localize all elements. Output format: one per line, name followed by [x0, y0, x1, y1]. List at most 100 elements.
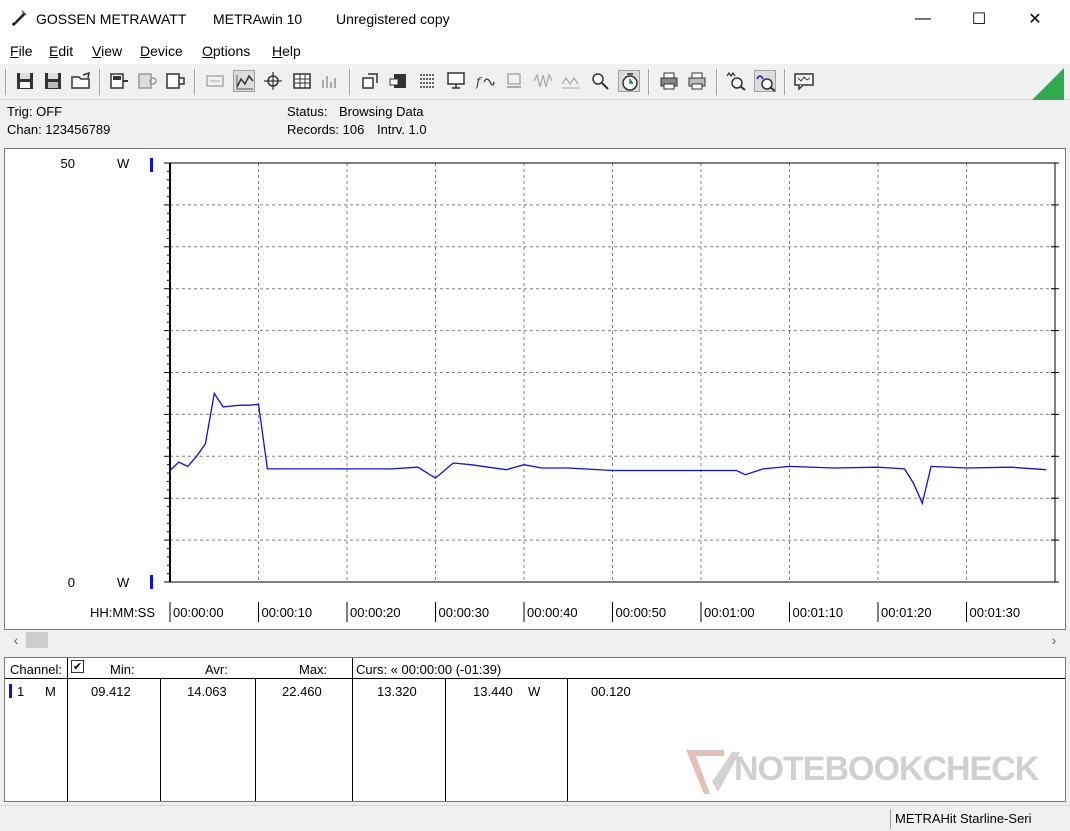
minimize-button[interactable]: —	[900, 0, 946, 38]
column-divider	[445, 678, 446, 801]
cursor-header: Curs: « 00:00:00 (-01:39)	[356, 662, 502, 677]
window-product-title: METRAwin 10	[213, 11, 303, 27]
search-settings-icon[interactable]	[589, 70, 611, 92]
column-divider	[160, 678, 161, 801]
channel-color-marker	[9, 684, 12, 698]
menu-device[interactable]: Device	[140, 43, 183, 59]
toolbar-separator	[99, 69, 101, 95]
y-tick-label-bottom: 0	[68, 575, 75, 590]
comment-icon[interactable]	[793, 70, 815, 92]
toolbar-separator	[716, 69, 718, 95]
app-window: GOSSEN METRAWATT METRAwin 10 Unregistere…	[0, 0, 1070, 831]
min-value: 09.412	[91, 684, 131, 699]
min-header: Min:	[110, 662, 135, 677]
channel-mode: M	[45, 684, 56, 699]
scroll-left-arrow-icon[interactable]: ‹	[6, 630, 26, 650]
trigger-status: Trig: OFF	[7, 104, 63, 119]
list-report-icon[interactable]	[416, 70, 438, 92]
status-corner-triangle-icon	[1032, 68, 1064, 100]
status-value: Browsing Data	[339, 104, 424, 119]
x-tick-label: 00:01:00	[704, 605, 755, 620]
toolbar-separator	[784, 69, 786, 95]
channel-header: Channel:	[10, 662, 63, 677]
x-tick-label: 00:00:00	[173, 605, 224, 620]
x-tick-label: 00:00:20	[350, 605, 401, 620]
x-tick-label: 00:01:20	[881, 605, 932, 620]
line-graph-icon[interactable]	[233, 70, 255, 92]
toolbar-separator	[194, 69, 196, 95]
status-label: Status:	[287, 104, 328, 119]
window-license-text: Unregistered copy	[336, 11, 450, 27]
menu-view[interactable]: View	[92, 43, 122, 59]
power-chart[interactable]: 50 0 W W HH:MM:SS 00:00:00 00:00:10 00:00:20 00:…	[5, 149, 1065, 629]
cursor-delta-value: 00.120	[591, 684, 631, 699]
save-as-disk-icon[interactable]	[42, 70, 64, 92]
open-folder-icon[interactable]	[70, 70, 92, 92]
print-preview-icon[interactable]	[658, 70, 680, 92]
menu-bar: File Edit View Device Options Help	[0, 38, 1070, 64]
device-send-icon[interactable]	[164, 70, 186, 92]
x-axis-label: HH:MM:SS	[90, 605, 155, 620]
timer-clock-icon[interactable]	[618, 70, 640, 92]
cursor2-value: 13.440	[473, 684, 513, 699]
printer-disabled-icon[interactable]	[503, 70, 525, 92]
horizontal-scrollbar[interactable]: ‹ ›	[4, 630, 1066, 650]
menu-edit[interactable]: Edit	[49, 43, 73, 59]
notebookcheck-watermark: NOTEBOOKCHECK	[684, 742, 1064, 802]
waveform-icon[interactable]	[532, 70, 554, 92]
channel-number: 1	[17, 684, 25, 699]
records-count: Records: 106	[287, 122, 365, 137]
x-tick-label: 00:00:40	[527, 605, 578, 620]
watermark-text: NOTEBOOKCHECK	[734, 750, 1039, 788]
formula-icon[interactable]: f	[474, 70, 496, 92]
monitor-icon[interactable]	[445, 70, 467, 92]
cursor1-value: 13.320	[377, 684, 417, 699]
x-tick-label: 00:01:30	[970, 605, 1021, 620]
channel-scale-marker-bottom	[150, 575, 153, 589]
toolbar-separator	[648, 69, 650, 95]
zoom-out-icon[interactable]	[725, 70, 747, 92]
scroll-right-arrow-icon[interactable]: ›	[1044, 630, 1064, 650]
window-company-title: GOSSEN METRAWATT	[36, 11, 187, 27]
print-icon[interactable]	[686, 70, 708, 92]
y-tick-label-top: 50	[61, 156, 75, 171]
column-divider	[67, 658, 68, 801]
save-disk-icon[interactable]	[14, 70, 36, 92]
zoom-in-icon[interactable]	[754, 70, 776, 92]
table-view-icon[interactable]	[291, 70, 313, 92]
menu-file[interactable]: File	[10, 43, 33, 59]
column-divider	[352, 658, 353, 801]
toolbar: f	[0, 64, 1070, 100]
channel-enable-checkbox[interactable]: ✔	[71, 660, 84, 673]
maximize-button[interactable]: ☐	[956, 0, 1002, 38]
device-settings-icon[interactable]	[136, 70, 158, 92]
numeric-display-icon[interactable]	[204, 70, 226, 92]
toolbar-separator	[349, 69, 351, 95]
histogram-icon[interactable]	[319, 70, 341, 92]
crosshair-cursor-icon[interactable]	[262, 70, 284, 92]
avr-header: Avr:	[205, 662, 228, 677]
plot-panel[interactable]: 50 0 W W HH:MM:SS 00:00:00 00:00:10 00:00:20 00:…	[4, 148, 1066, 630]
device-status: METRAHit Starline-Seri	[890, 809, 1058, 829]
column-divider	[567, 678, 568, 801]
import-icon[interactable]	[388, 70, 410, 92]
svg-text:f: f	[475, 75, 483, 89]
max-header: Max:	[299, 662, 328, 677]
interval-value: Intrv. 1.0	[377, 122, 427, 137]
status-bar: METRAHit Starline-Seri	[0, 805, 1070, 831]
y-unit-label-bottom: W	[117, 575, 130, 590]
x-tick-label: 00:00:10	[262, 605, 313, 620]
device-read-icon[interactable]	[108, 70, 130, 92]
menu-options[interactable]: Options	[202, 43, 250, 59]
x-tick-label: 00:00:50	[616, 605, 667, 620]
export-icon[interactable]	[359, 70, 381, 92]
menu-help[interactable]: Help	[272, 43, 301, 59]
title-bar: GOSSEN METRAWATT METRAwin 10 Unregistere…	[0, 0, 1070, 38]
avr-value: 14.063	[187, 684, 227, 699]
close-button[interactable]: ✕	[1012, 0, 1058, 38]
max-value: 22.460	[282, 684, 322, 699]
toolbar-grip	[5, 69, 7, 95]
signal-icon[interactable]	[560, 70, 582, 92]
scroll-thumb[interactable]	[26, 632, 48, 648]
cursor-unit: W	[528, 684, 541, 699]
